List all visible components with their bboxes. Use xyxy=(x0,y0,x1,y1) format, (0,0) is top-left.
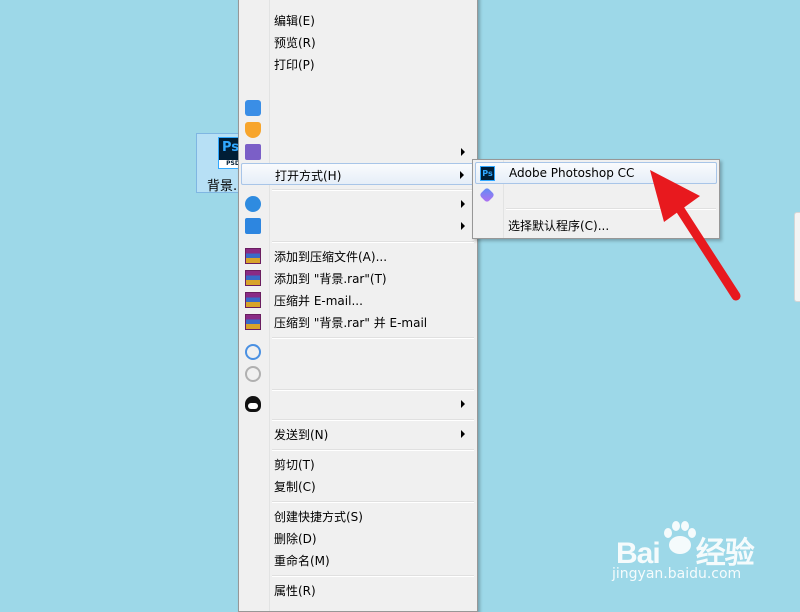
offscreen-window-edge xyxy=(794,212,800,302)
paw-logo-icon xyxy=(664,521,696,554)
watermark-url: jingyan.baidu.com xyxy=(612,566,742,582)
red-arrow-annotation xyxy=(650,170,741,301)
